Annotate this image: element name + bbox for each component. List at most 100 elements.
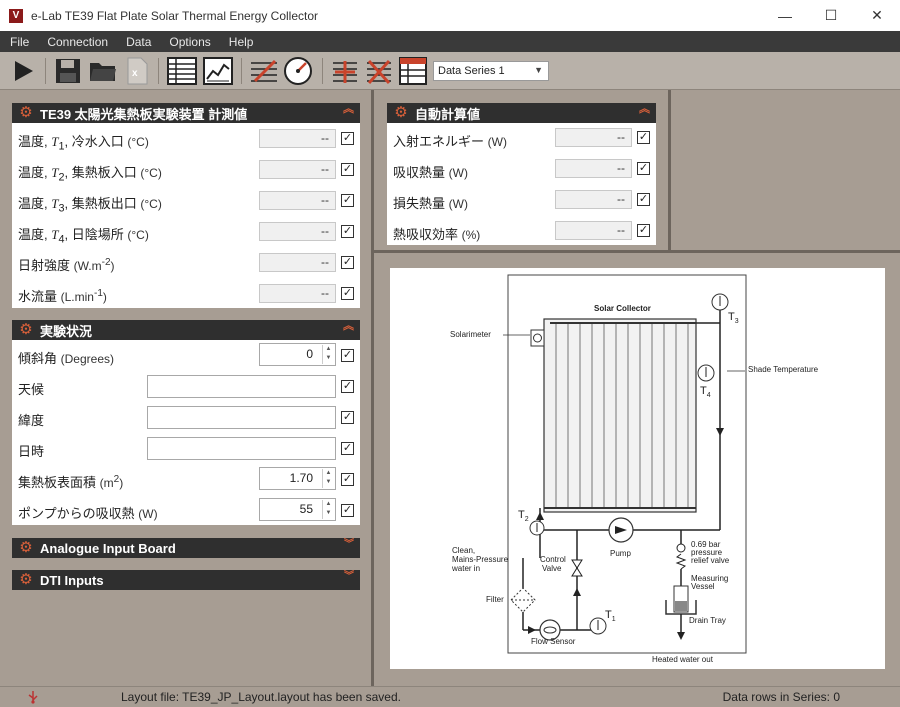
add-series-icon[interactable]	[330, 56, 360, 86]
measurement-row-flow: 水流量 (L.min-1) -- ✓	[12, 278, 360, 309]
spin-icon[interactable]: ▲ ▼	[322, 345, 334, 364]
control-valve-label-1: Control	[540, 555, 566, 564]
t2-checkbox[interactable]: ✓	[341, 163, 354, 176]
row-label: 日射強度 (W.m-2)	[18, 257, 115, 273]
title-bar: V e-Lab TE39 Flat Plate Solar Thermal En…	[0, 0, 900, 31]
svg-text:x: x	[132, 68, 138, 79]
chevron-down-icon: ▼	[534, 65, 543, 75]
control-valve-label-2: Valve	[542, 564, 562, 573]
measurement-row-t4: 温度, T4, 日陰場所 (°C) -- ✓	[12, 216, 360, 247]
gear-icon: ⚙	[19, 571, 33, 588]
minimize-button[interactable]: —	[762, 0, 808, 31]
latitude-input[interactable]	[147, 406, 336, 429]
measurement-row-irradiance: 日射強度 (W.m-2) -- ✓	[12, 247, 360, 278]
gauge-icon[interactable]	[283, 56, 313, 86]
pump-heat-checkbox[interactable]: ✓	[341, 504, 354, 517]
close-button[interactable]: ✕	[854, 0, 900, 31]
heated-water-label: Heated water out	[652, 655, 714, 664]
collapse-icon[interactable]: ︽	[343, 104, 354, 115]
weather-input[interactable]	[147, 375, 336, 398]
t1-checkbox[interactable]: ✓	[341, 132, 354, 145]
row-label: 緯度	[18, 413, 45, 428]
play-icon[interactable]	[8, 56, 38, 86]
lost-checkbox[interactable]: ✓	[637, 193, 650, 206]
irradiance-checkbox[interactable]: ✓	[341, 256, 354, 269]
series-table-icon[interactable]	[398, 56, 428, 86]
measured-values-panel: ⚙ TE39 太陽光集熱板実験装置 計測値 ︽ 温度, T1, 冷水入口 (°C…	[12, 103, 360, 308]
incident-energy-value: --	[555, 128, 632, 147]
collapse-icon[interactable]: ︽	[639, 104, 650, 115]
dti-inputs-panel[interactable]: ⚙ DTI Inputs ︾	[12, 570, 360, 590]
calculated-values-panel: ⚙ 自動計算値 ︽ 入射エネルギー (W) -- ✓ 吸収熱量 (W) -- ✓…	[387, 103, 656, 245]
usb-icon	[28, 691, 38, 704]
absorbed-checkbox[interactable]: ✓	[637, 162, 650, 175]
maximize-button[interactable]: ☐	[808, 0, 854, 31]
t3-checkbox[interactable]: ✓	[341, 194, 354, 207]
row-label: 温度, T4, 日陰場所 (°C)	[18, 227, 149, 246]
column-divider	[668, 90, 671, 250]
spin-icon[interactable]: ▲ ▼	[322, 469, 334, 488]
absorbed-heat-value: --	[555, 159, 632, 178]
menu-connection[interactable]: Connection	[39, 35, 116, 49]
panel-header[interactable]: ⚙ 自動計算値 ︽	[387, 103, 656, 123]
gear-icon: ⚙	[19, 104, 33, 121]
latitude-checkbox[interactable]: ✓	[341, 411, 354, 424]
efficiency-checkbox[interactable]: ✓	[637, 224, 650, 237]
expand-icon[interactable]: ︾	[344, 540, 354, 550]
tilt-stepper[interactable]: 0 ▲ ▼	[259, 343, 336, 366]
spin-icon[interactable]: ▲ ▼	[322, 500, 334, 519]
tilt-checkbox[interactable]: ✓	[341, 349, 354, 362]
menu-options[interactable]: Options	[161, 35, 218, 49]
panel-header[interactable]: ⚙ 実験状況 ︽	[12, 320, 360, 340]
row-label: 集熱板表面積 (m2)	[18, 474, 124, 490]
app-logo-icon: V	[9, 8, 23, 23]
edit-chart-icon[interactable]	[249, 56, 279, 86]
collapse-icon[interactable]: ︽	[343, 321, 354, 332]
area-stepper[interactable]: 1.70 ▲ ▼	[259, 467, 336, 490]
analogue-input-panel[interactable]: ⚙ Analogue Input Board ︾	[12, 538, 360, 558]
panel-header[interactable]: ⚙ TE39 太陽光集熱板実験装置 計測値 ︽	[12, 103, 360, 123]
t4-value: --	[259, 222, 336, 241]
menu-help[interactable]: Help	[221, 35, 262, 49]
efficiency-value: --	[555, 221, 632, 240]
data-rows-count: Data rows in Series: 0	[722, 690, 840, 704]
t1-label: T1	[605, 609, 616, 623]
table-view-icon[interactable]	[167, 56, 197, 86]
row-label: 水流量 (L.min-1)	[18, 288, 107, 304]
menu-file[interactable]: File	[2, 35, 37, 49]
data-series-select[interactable]: Data Series 1 ▼	[433, 61, 549, 81]
export-excel-icon[interactable]: x	[122, 56, 152, 86]
calc-row-lost: 損失熱量 (W) -- ✓	[387, 185, 656, 216]
area-checkbox[interactable]: ✓	[341, 473, 354, 486]
delete-series-icon[interactable]	[364, 56, 394, 86]
t4-checkbox[interactable]: ✓	[341, 225, 354, 238]
t2-value: --	[259, 160, 336, 179]
schematic-diagram: Solar Collector Solarimeter T3 T4 Shade …	[390, 268, 885, 669]
shade-temp-label: Shade Temperature	[748, 365, 819, 374]
panel-title: Analogue Input Board	[40, 540, 176, 556]
menu-data[interactable]: Data	[118, 35, 159, 49]
flow-checkbox[interactable]: ✓	[341, 287, 354, 300]
solarimeter-label: Solarimeter	[450, 330, 491, 339]
flow-value: --	[259, 284, 336, 303]
toolbar-separator	[45, 58, 46, 84]
chart-view-icon[interactable]	[203, 56, 233, 86]
filter-label: Filter	[486, 595, 504, 604]
datetime-checkbox[interactable]: ✓	[341, 442, 354, 455]
pump-heat-stepper[interactable]: 55 ▲ ▼	[259, 498, 336, 521]
row-label: 温度, T3, 集熱板出口 (°C)	[18, 196, 162, 215]
expand-icon[interactable]: ︾	[344, 572, 354, 582]
save-icon[interactable]	[53, 56, 83, 86]
panel-title: TE39 太陽光集熱板実験装置 計測値	[40, 106, 248, 122]
incident-checkbox[interactable]: ✓	[637, 131, 650, 144]
pump-heat-row: ポンプからの吸収熱 (W) 55 ▲ ▼ ✓	[12, 495, 360, 526]
gear-icon: ⚙	[19, 321, 33, 338]
open-folder-icon[interactable]	[88, 56, 118, 86]
weather-checkbox[interactable]: ✓	[341, 380, 354, 393]
solarimeter-box	[530, 329, 545, 347]
datetime-input[interactable]	[147, 437, 336, 460]
calc-row-incident: 入射エネルギー (W) -- ✓	[387, 123, 656, 154]
status-bar: Layout file: TE39_JP_Layout.layout has b…	[0, 686, 900, 707]
toolbar-separator	[158, 58, 159, 84]
lost-heat-value: --	[555, 190, 632, 209]
